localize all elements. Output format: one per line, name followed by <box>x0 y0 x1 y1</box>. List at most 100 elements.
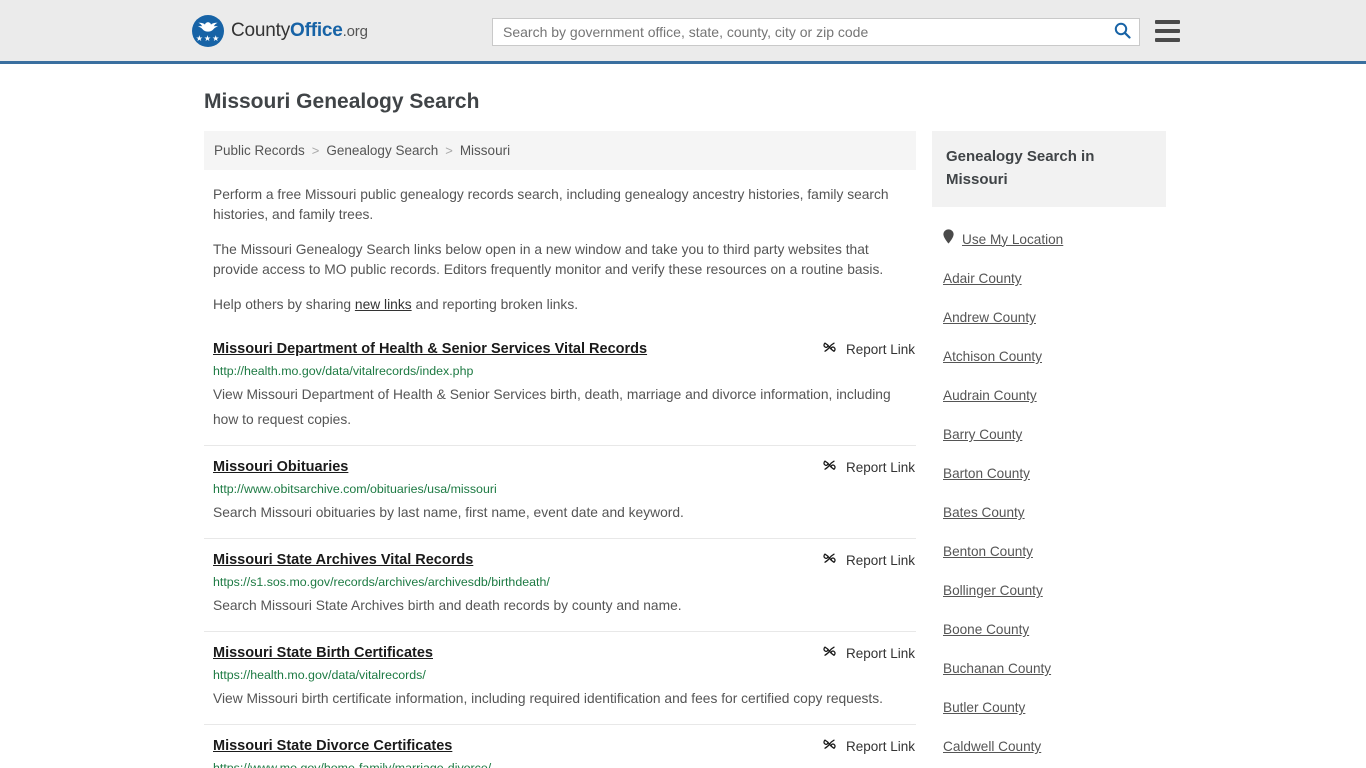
hamburger-menu-icon[interactable] <box>1155 20 1180 42</box>
report-link-button[interactable]: Report Link <box>822 644 915 663</box>
sidebar-heading: Genealogy Search in Missouri <box>946 148 1095 188</box>
link-header: Missouri Department of Health & Senior S… <box>213 340 916 359</box>
site-logo[interactable]: ★★★ CountyOffice.org <box>192 14 368 47</box>
intro-text: Perform a free Missouri public genealogy… <box>204 185 916 315</box>
list-item: Barry County <box>943 426 1166 444</box>
list-item: Missouri Department of Health & Senior S… <box>204 337 916 445</box>
result-description: View Missouri birth certificate informat… <box>213 691 883 706</box>
report-link-label: Report Link <box>845 342 915 357</box>
intro-p3-before: Help others by sharing <box>213 297 355 312</box>
intro-paragraph-2: The Missouri Genealogy Search links belo… <box>213 242 884 277</box>
eagle-seal-icon: ★★★ <box>192 14 224 47</box>
county-link-barton[interactable]: Barton County <box>943 466 1030 481</box>
use-my-location-link[interactable]: Use My Location <box>962 232 1063 247</box>
report-link-label: Report Link <box>845 646 915 661</box>
result-description: View Missouri Department of Health & Sen… <box>213 387 891 427</box>
county-link-butler[interactable]: Butler County <box>943 700 1025 715</box>
result-url: http://www.obitsarchive.com/obituaries/u… <box>213 482 497 496</box>
result-title-link[interactable]: Missouri State Birth Certificates <box>213 644 433 663</box>
breadcrumb-separator: > <box>445 143 453 158</box>
result-title-link[interactable]: Missouri Obituaries <box>213 458 348 477</box>
result-title-link[interactable]: Missouri State Divorce Certificates <box>213 737 452 756</box>
county-link-caldwell[interactable]: Caldwell County <box>943 739 1041 754</box>
logo-text-county: County <box>231 19 291 41</box>
report-link-label: Report Link <box>845 460 915 475</box>
intro-p3-after: and reporting broken links. <box>411 297 579 312</box>
breadcrumb-item-public-records[interactable]: Public Records <box>214 143 305 158</box>
genealogy-link-list: Missouri Department of Health & Senior S… <box>204 337 916 768</box>
county-link-audrain[interactable]: Audrain County <box>943 388 1037 403</box>
link-header: Missouri State Birth Certificates Report… <box>213 644 916 663</box>
sidebar: Genealogy Search in Missouri Use My Loca… <box>932 131 1166 768</box>
broken-link-icon <box>822 644 838 663</box>
result-url: https://health.mo.gov/data/vitalrecords/ <box>213 668 426 682</box>
link-header: Missouri Obituaries Report Link <box>213 458 916 477</box>
list-item: Atchison County <box>943 348 1166 366</box>
logo-text-office: Office <box>290 19 343 41</box>
list-item: Adair County <box>943 270 1166 288</box>
search-bar[interactable] <box>492 18 1140 46</box>
list-item: Boone County <box>943 621 1166 639</box>
list-item: Missouri Obituaries Report Link http://w… <box>204 445 916 538</box>
result-title-link[interactable]: Missouri Department of Health & Senior S… <box>213 340 647 359</box>
list-item: Caldwell County <box>943 738 1166 756</box>
hamburger-bar <box>1155 20 1180 24</box>
intro-paragraph-1: Perform a free Missouri public genealogy… <box>213 187 889 222</box>
page-title: Missouri Genealogy Search <box>204 90 480 113</box>
broken-link-icon <box>822 737 838 756</box>
link-header: Missouri State Divorce Certificates Repo… <box>213 737 916 756</box>
report-link-button[interactable]: Report Link <box>822 340 915 359</box>
county-link-buchanan[interactable]: Buchanan County <box>943 661 1051 676</box>
intro-paragraph-3: Help others by sharing new links and rep… <box>213 295 907 315</box>
logo-text: CountyOffice.org <box>231 20 368 42</box>
report-link-label: Report Link <box>845 553 915 568</box>
search-input[interactable] <box>493 19 1105 45</box>
new-links-link[interactable]: new links <box>355 297 412 312</box>
county-link-benton[interactable]: Benton County <box>943 544 1033 559</box>
list-item: Audrain County <box>943 387 1166 405</box>
list-item: Butler County <box>943 699 1166 717</box>
county-link-bates[interactable]: Bates County <box>943 505 1025 520</box>
list-item: Missouri State Divorce Certificates Repo… <box>204 724 916 768</box>
breadcrumb-item-genealogy-search[interactable]: Genealogy Search <box>326 143 438 158</box>
county-link-boone[interactable]: Boone County <box>943 622 1029 637</box>
county-link-bollinger[interactable]: Bollinger County <box>943 583 1043 598</box>
list-item: Barton County <box>943 465 1166 483</box>
search-button[interactable] <box>1105 19 1139 45</box>
main-column: Public Records > Genealogy Search > Miss… <box>204 131 916 768</box>
result-url: https://s1.sos.mo.gov/records/archives/a… <box>213 575 550 589</box>
broken-link-icon <box>822 551 838 570</box>
breadcrumb-item-missouri[interactable]: Missouri <box>460 143 510 158</box>
report-link-label: Report Link <box>845 739 915 754</box>
county-link-barry[interactable]: Barry County <box>943 427 1022 442</box>
sidebar-heading-box: Genealogy Search in Missouri <box>932 131 1166 207</box>
broken-link-icon <box>822 458 838 477</box>
result-url: http://health.mo.gov/data/vitalrecords/i… <box>213 364 474 378</box>
result-title-link[interactable]: Missouri State Archives Vital Records <box>213 551 473 570</box>
report-link-button[interactable]: Report Link <box>822 737 915 756</box>
list-item: Andrew County <box>943 309 1166 327</box>
list-item: Buchanan County <box>943 660 1166 678</box>
result-description: Search Missouri State Archives birth and… <box>213 598 682 613</box>
result-url: https://www.mo.gov/home-family/marriage-… <box>213 761 492 768</box>
county-list: Adair County Andrew County Atchison Coun… <box>932 270 1166 768</box>
list-item: Benton County <box>943 543 1166 561</box>
site-header: ★★★ CountyOffice.org <box>0 0 1366 64</box>
hamburger-bar <box>1155 29 1180 33</box>
broken-link-icon <box>822 340 838 359</box>
county-link-andrew[interactable]: Andrew County <box>943 310 1036 325</box>
breadcrumb: Public Records > Genealogy Search > Miss… <box>204 131 916 170</box>
hamburger-bar <box>1155 38 1180 42</box>
search-icon <box>1114 22 1131 42</box>
breadcrumb-separator: > <box>311 143 320 158</box>
stars-icon: ★★★ <box>195 33 221 43</box>
report-link-button[interactable]: Report Link <box>822 551 915 570</box>
result-description: Search Missouri obituaries by last name,… <box>213 505 684 520</box>
page-body: Missouri Genealogy Search Public Records… <box>0 90 1366 768</box>
county-link-atchison[interactable]: Atchison County <box>943 349 1042 364</box>
content-row: Public Records > Genealogy Search > Miss… <box>204 131 1366 768</box>
link-header: Missouri State Archives Vital Records Re… <box>213 551 916 570</box>
use-my-location-row[interactable]: Use My Location <box>943 229 1166 249</box>
county-link-adair[interactable]: Adair County <box>943 271 1022 286</box>
report-link-button[interactable]: Report Link <box>822 458 915 477</box>
